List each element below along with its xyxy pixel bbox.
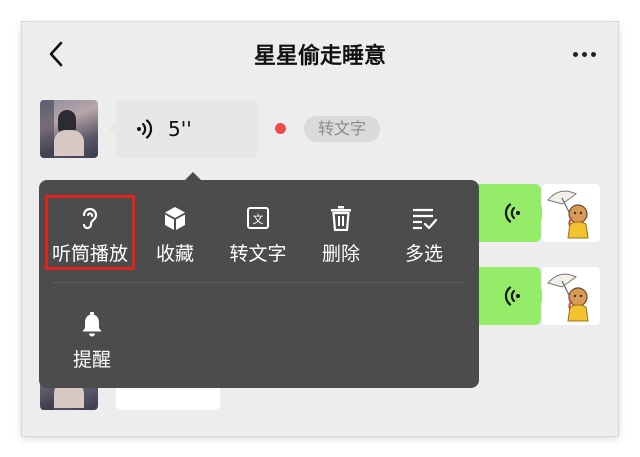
contact-avatar[interactable] (40, 100, 98, 158)
cube-icon (165, 207, 185, 230)
text-doc-icon: 文 (247, 207, 269, 229)
menu-item-remind[interactable]: 提醒 (54, 303, 130, 375)
message-context-menu: 听筒播放 收藏 文 转文字 删除 多选 提醒 (39, 172, 479, 388)
menu-item-favorite[interactable]: 收藏 (137, 197, 213, 269)
chat-window: 星星偷走睡意 5'' 转文字 听筒播放 收藏 文 转文字 删除 多选 提醒 (22, 22, 618, 436)
voice-wave-icon (504, 286, 520, 306)
chat-title: 星星偷走睡意 (253, 44, 386, 69)
my-avatar[interactable] (542, 184, 600, 242)
convert-to-text-button[interactable]: 转文字 (304, 116, 380, 142)
umbrella-girl-sticker (547, 190, 589, 239)
menu-item-earpiece-play[interactable]: 听筒播放 (52, 197, 128, 269)
menu-item-label: 提醒 (72, 349, 111, 371)
menu-divider (53, 282, 465, 283)
menu-item-label: 听筒播放 (52, 243, 129, 265)
chat-header: 星星偷走睡意 (22, 22, 618, 86)
menu-item-label: 删除 (321, 243, 360, 265)
trash-icon (331, 206, 351, 231)
more-dots-icon (572, 51, 578, 57)
menu-item-multi-select[interactable]: 多选 (386, 197, 462, 269)
menu-item-label: 多选 (404, 243, 443, 265)
bell-icon (82, 312, 102, 337)
voice-wave-icon (504, 203, 520, 223)
more-button[interactable] (566, 40, 602, 68)
voice-message-bubble[interactable] (116, 386, 220, 410)
menu-item-label: 收藏 (155, 243, 194, 265)
menu-item-delete[interactable]: 删除 (303, 197, 379, 269)
unread-dot (275, 123, 286, 134)
menu-item-label: 转文字 (229, 243, 287, 265)
voice-wave-icon (137, 119, 153, 139)
menu-item-to-text[interactable]: 文 转文字 (220, 197, 296, 269)
voice-duration: 5'' (168, 117, 192, 141)
svg-text:文: 文 (253, 212, 264, 226)
my-avatar[interactable] (542, 267, 600, 325)
voice-message-bubble[interactable]: 5'' (109, 100, 258, 158)
earpiece-icon (82, 207, 98, 230)
umbrella-girl-sticker (547, 273, 589, 322)
multi-select-icon (413, 208, 437, 230)
